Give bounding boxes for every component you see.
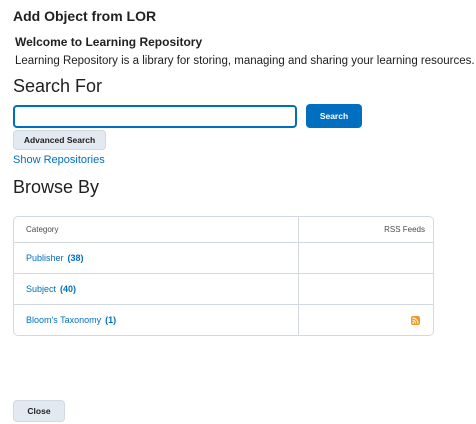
category-cell: Subject (40) (14, 274, 299, 304)
rss-cell (299, 305, 433, 335)
search-heading: Search For (13, 76, 103, 96)
column-header-category: Category (14, 217, 299, 242)
close-button[interactable]: Close (13, 400, 65, 422)
category-cell: Bloom's Taxonomy (1) (14, 305, 299, 335)
category-count: (1) (105, 315, 117, 325)
table-row: Subject (40) (14, 273, 433, 304)
category-cell: Publisher (38) (14, 243, 299, 273)
advanced-search-button[interactable]: Advanced Search (13, 130, 106, 150)
category-link-subject[interactable]: Subject (26, 284, 56, 294)
category-count: (38) (67, 253, 84, 263)
column-header-rss-feeds: RSS Feeds (384, 225, 425, 234)
show-repositories-link[interactable]: Show Repositories (13, 154, 105, 166)
welcome-title: Welcome to Learning Repository (15, 35, 203, 49)
category-link-blooms-taxonomy[interactable]: Bloom's Taxonomy (26, 315, 101, 325)
rss-feed-icon[interactable] (411, 315, 420, 325)
browse-heading: Browse By (13, 177, 100, 197)
table-header-row: Category RSS Feeds (14, 217, 433, 242)
category-link-publisher[interactable]: Publisher (26, 253, 64, 263)
rss-cell (299, 243, 433, 273)
table-row: Bloom's Taxonomy (1) (14, 304, 433, 335)
search-button[interactable]: Search (306, 104, 362, 128)
dialog-title: Add Object from LOR (13, 8, 157, 24)
search-input[interactable] (13, 105, 297, 128)
rss-cell (299, 274, 433, 304)
welcome-description: Learning Repository is a library for sto… (15, 55, 475, 67)
browse-table: Category RSS Feeds Publisher (38) Subjec… (13, 216, 434, 336)
category-count: (40) (60, 284, 77, 294)
table-row: Publisher (38) (14, 242, 433, 273)
